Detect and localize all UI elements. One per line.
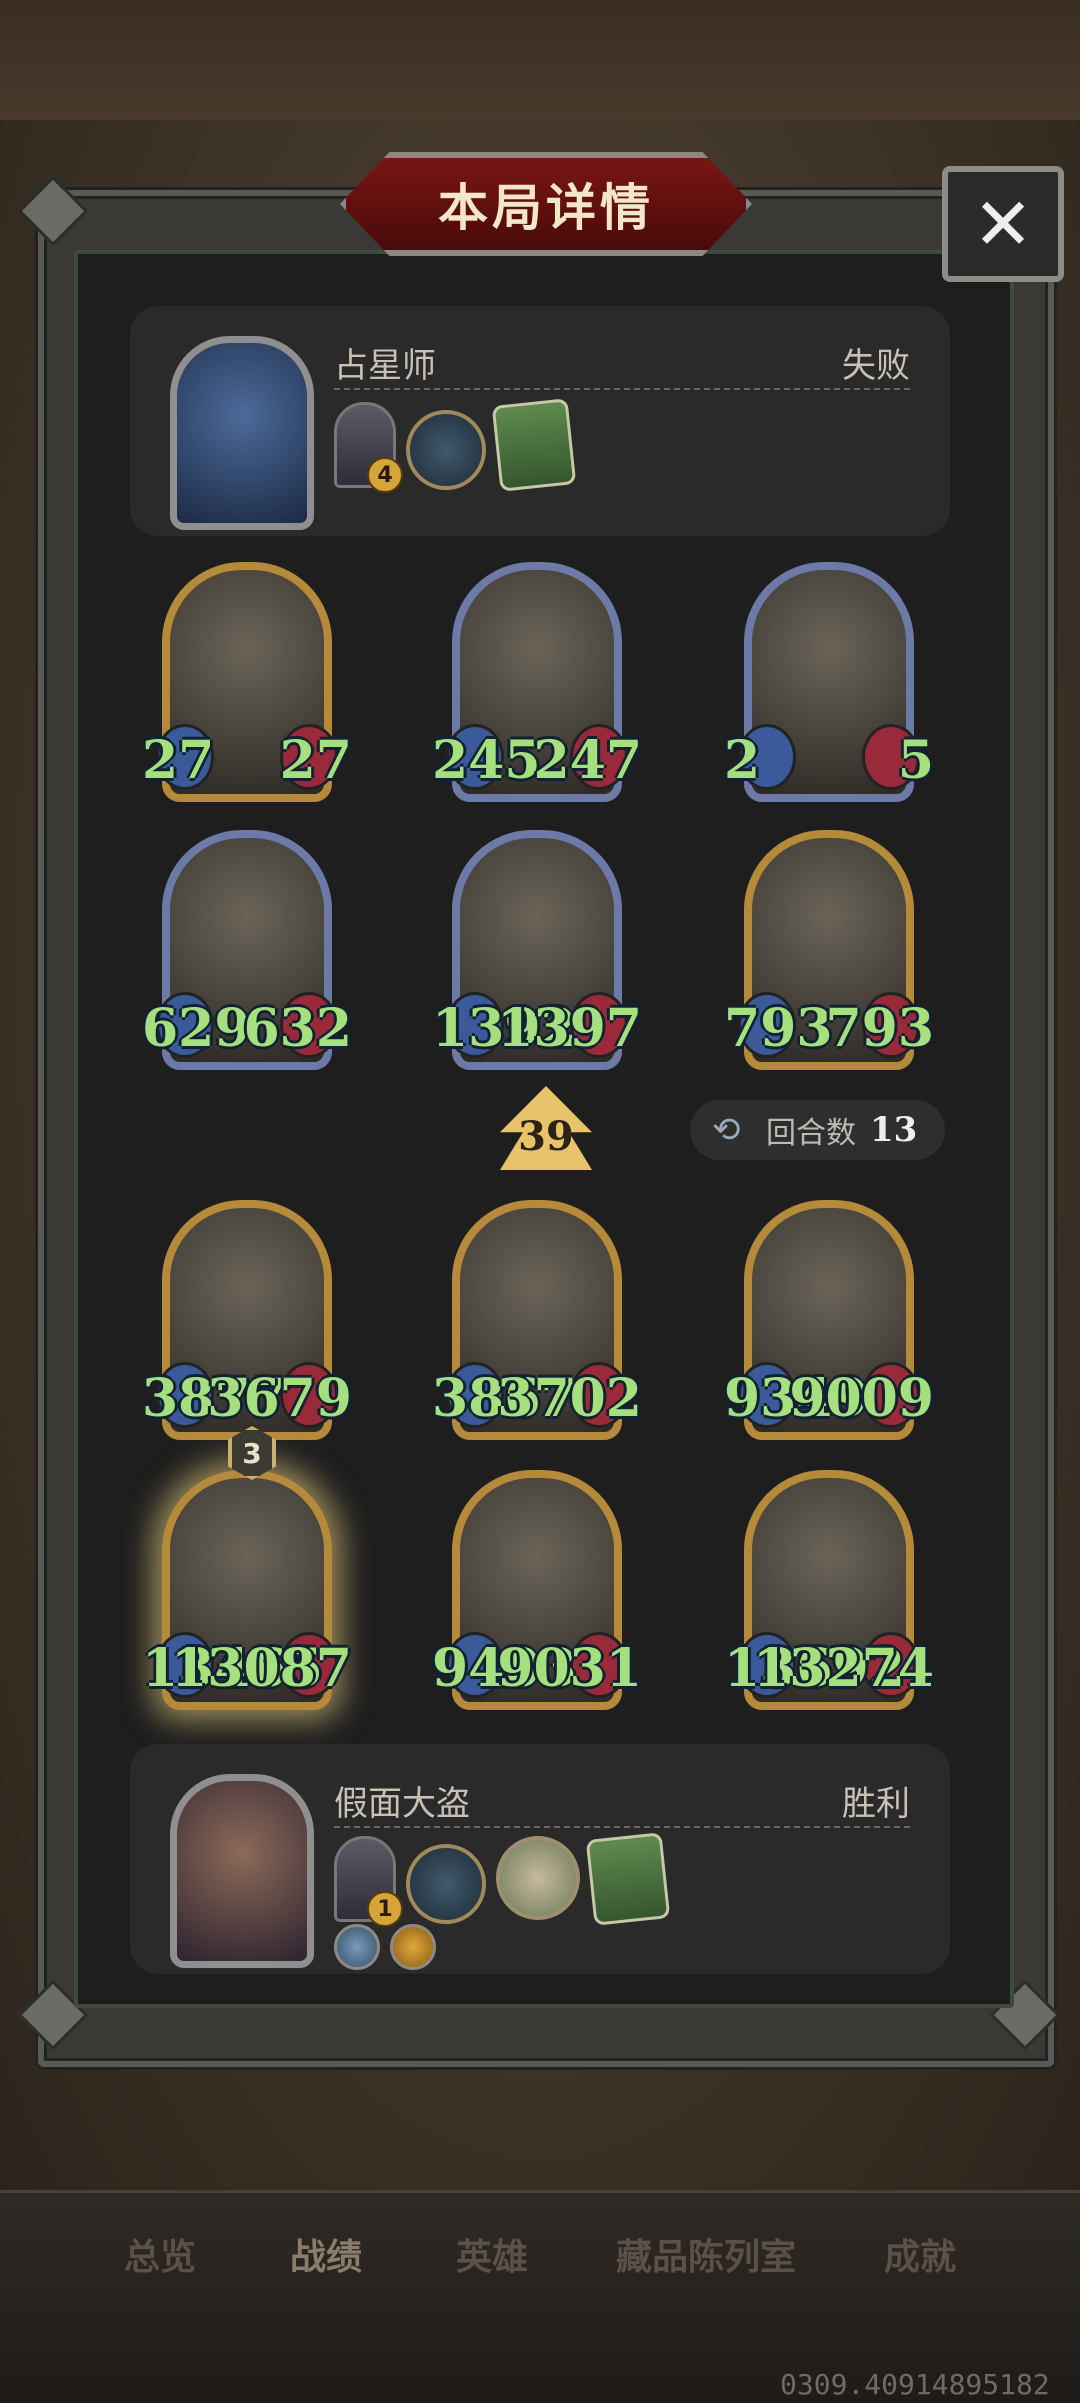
round-counter: ⟲ 回合数 13 (690, 1100, 945, 1160)
tab-records[interactable]: 战绩 (290, 2228, 362, 2280)
masked-thief-avatar (170, 1774, 314, 1968)
debug-coords-text: 0309.40914895182 (780, 2368, 1050, 2401)
player-result: 失败 (842, 346, 910, 386)
round-label: 回合数 (766, 1116, 856, 1151)
unit-attack: 793 (724, 998, 833, 1059)
divider (334, 1826, 910, 1828)
close-icon: ✕ (972, 182, 1034, 266)
dialog-title-plate: 本局详情 (340, 152, 752, 256)
item-badge: 4 (367, 457, 403, 493)
unit-card[interactable]: 3867 3702 (432, 1200, 642, 1440)
unit-card[interactable]: 629 632 (142, 830, 352, 1070)
bottom-nav: 总览 战绩 英雄 藏品陈列室 成就 (0, 2228, 1080, 2288)
round-cycle-icon: ⟲ (712, 1110, 741, 1150)
book-icon[interactable] (585, 1832, 671, 1926)
unit-health: 13087 (171, 1638, 352, 1699)
sword-skill-icon[interactable] (334, 1924, 380, 1970)
unit-card[interactable]: 27 27 (142, 562, 352, 802)
unit-card[interactable]: 245 247 (432, 562, 642, 802)
book-icon[interactable] (491, 398, 577, 492)
item-list: 4 (334, 398, 577, 493)
unit-health: 27 (279, 730, 352, 791)
unit-health: 3702 (497, 1368, 642, 1429)
unit-health: 9009 (789, 1368, 934, 1429)
unit-health: 793 (825, 998, 934, 1059)
unit-card[interactable]: 13465 13087 3 (142, 1426, 352, 1710)
tab-achievements[interactable]: 成就 (884, 2228, 956, 2280)
divider (334, 388, 910, 390)
tab-collection[interactable]: 藏品陈列室 (616, 2228, 796, 2280)
tab-heroes[interactable]: 英雄 (456, 2228, 528, 2280)
player-name: 假面大盗 (334, 1784, 470, 1824)
astrologer-avatar (170, 336, 314, 530)
player-result: 胜利 (842, 1784, 910, 1824)
unit-health: 13274 (753, 1638, 934, 1699)
tab-overview[interactable]: 总览 (124, 2228, 196, 2280)
unit-attack: 629 (142, 998, 251, 1059)
unit-health: 3679 (207, 1368, 352, 1429)
unit-card[interactable]: 3877 3679 (142, 1200, 352, 1440)
unit-health: 9031 (497, 1638, 642, 1699)
unit-card[interactable]: 793 793 (724, 830, 934, 1070)
unit-health: 632 (243, 998, 352, 1059)
top-background (0, 0, 1080, 130)
unit-card[interactable]: 1392 1397 (432, 830, 642, 1070)
item-badge: 1 (367, 1891, 403, 1927)
item-list: 1 (334, 1832, 671, 1927)
unit-attack: 2 (724, 730, 761, 791)
self-player-card[interactable]: 假面大盗 胜利 1 (130, 1744, 950, 1974)
unit-health: 5 (897, 730, 934, 791)
skill-list (334, 1924, 436, 1970)
unit-card[interactable]: 9403 9031 (432, 1470, 642, 1710)
mask-door-icon[interactable]: 1 (334, 1836, 403, 1927)
unit-card[interactable]: 9349 9009 (724, 1200, 934, 1440)
gold-skill-icon[interactable] (390, 1924, 436, 1970)
dialog-title: 本局详情 (438, 179, 654, 237)
unit-attack: 245 (432, 730, 541, 791)
door-icon[interactable]: 4 (334, 402, 403, 493)
level-value: 39 (518, 1113, 574, 1160)
flower-plate-icon[interactable] (496, 1836, 580, 1920)
unit-health: 247 (533, 730, 642, 791)
pocket-watch-icon[interactable] (406, 1844, 486, 1924)
player-name: 占星师 (334, 346, 436, 386)
unit-attack: 27 (142, 730, 215, 791)
opponent-player-card[interactable]: 占星师 失败 4 (130, 306, 950, 536)
unit-card[interactable]: 13692 13274 (724, 1470, 934, 1710)
pocket-watch-icon[interactable] (406, 410, 486, 490)
close-button[interactable]: ✕ (942, 166, 1064, 282)
unit-health: 1397 (497, 998, 642, 1059)
unit-card[interactable]: 25 (724, 562, 934, 802)
round-value: 13 (870, 1110, 918, 1150)
